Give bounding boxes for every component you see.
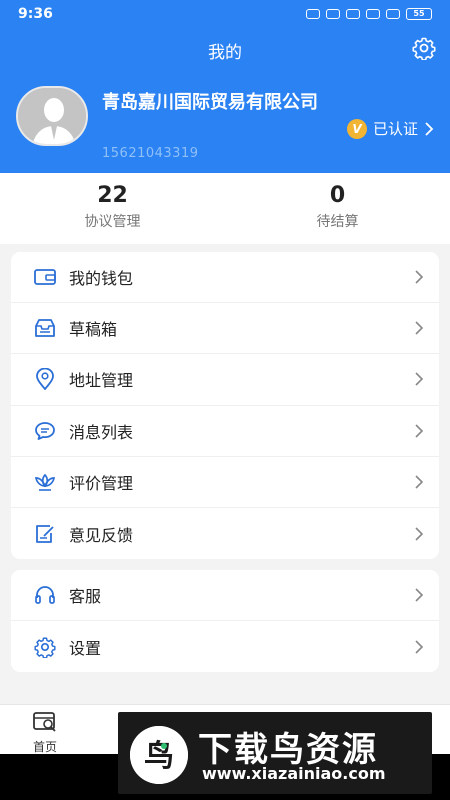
user-silhouette-icon (18, 88, 86, 144)
verified-label: 已认证 (372, 120, 418, 138)
stat-agreements[interactable]: 22 协议管理 (0, 173, 225, 244)
wifi-icon (366, 9, 380, 19)
menu-item-label: 设置 (69, 638, 102, 658)
menu-item-feedback[interactable]: 意见反馈 (11, 508, 439, 559)
menu-item-label: 客服 (69, 587, 102, 607)
wallet-icon (33, 265, 57, 289)
stat-value: 22 (97, 183, 128, 208)
headset-icon (33, 583, 57, 607)
menu-card-main: 我的钱包 草稿箱 地址管理 消息列表 评价管理 意见反馈 (11, 252, 439, 560)
inbox-icon (33, 316, 57, 340)
menu-item-label: 地址管理 (69, 371, 134, 391)
status-time: 9:36 (18, 6, 53, 22)
menu-item-label: 意见反馈 (69, 525, 134, 545)
company-name: 青岛嘉川国际贸易有限公司 (102, 92, 318, 113)
menu-item-label: 评价管理 (69, 473, 134, 493)
bird-logo-icon: 鸟 (130, 726, 188, 784)
chevron-right-icon (415, 321, 424, 335)
stats-bar: 22 协议管理 0 待结算 (0, 173, 450, 244)
stat-label: 协议管理 (84, 214, 141, 230)
home-tab-icon (33, 712, 56, 732)
chevron-right-icon (415, 372, 424, 387)
avatar[interactable] (16, 86, 88, 146)
tab-home[interactable]: 首页 (22, 711, 68, 755)
phone-number: 15621043319 (102, 146, 199, 161)
speed-icon (306, 9, 320, 19)
menu-item-reviews[interactable]: 评价管理 (11, 457, 439, 508)
menu-item-label: 草稿箱 (69, 320, 118, 340)
watermark-url: www.xiazainiao.com (202, 764, 386, 783)
chevron-right-icon (415, 270, 424, 284)
stat-value: 0 (329, 183, 346, 208)
menu-card-support: 客服 设置 (11, 570, 439, 673)
chevron-right-icon (415, 526, 424, 541)
stat-label: 待结算 (316, 214, 359, 230)
profile-header: 9:36 55 我的 青岛嘉川国际贸易有限公司 15621043319 V 已认… (0, 0, 450, 173)
chevron-right-icon (415, 588, 424, 602)
eye-icon (326, 9, 340, 19)
menu-item-label: 消息列表 (69, 422, 134, 442)
status-bar: 9:36 55 (0, 0, 450, 30)
mute-icon (346, 9, 360, 19)
logo-glyph: 鸟 (144, 739, 174, 774)
page-title: 我的 (208, 43, 242, 63)
menu-item-settings[interactable]: 设置 (11, 621, 439, 672)
battery-icon: 55 (406, 8, 432, 20)
signal-icon (386, 9, 400, 19)
chevron-right-icon (415, 475, 424, 489)
menu-item-messages[interactable]: 消息列表 (11, 406, 439, 457)
menu-item-drafts[interactable]: 草稿箱 (11, 303, 439, 355)
menu-item-customer-service[interactable]: 客服 (11, 570, 439, 622)
menu-item-label: 我的钱包 (69, 269, 134, 289)
chat-bubble-icon (33, 419, 57, 443)
gear-icon (33, 635, 57, 659)
stat-pending-settlement[interactable]: 0 待结算 (225, 173, 450, 244)
menu-item-address[interactable]: 地址管理 (11, 354, 439, 406)
lotus-icon (33, 470, 57, 494)
chevron-right-icon (425, 121, 434, 136)
location-pin-icon (33, 367, 57, 391)
chevron-right-icon (415, 640, 424, 654)
verified-v-icon: V (346, 118, 367, 139)
menu-item-wallet[interactable]: 我的钱包 (11, 252, 439, 304)
tab-home-label: 首页 (32, 740, 57, 754)
edit-note-icon (33, 522, 57, 546)
status-icons: 55 (306, 8, 432, 20)
chevron-right-icon (415, 424, 424, 438)
watermark-banner: 鸟 下载鸟资源 www.xiazainiao.com (118, 712, 432, 794)
settings-gear-icon[interactable] (412, 36, 436, 60)
verified-status[interactable]: V 已认证 (346, 118, 434, 139)
